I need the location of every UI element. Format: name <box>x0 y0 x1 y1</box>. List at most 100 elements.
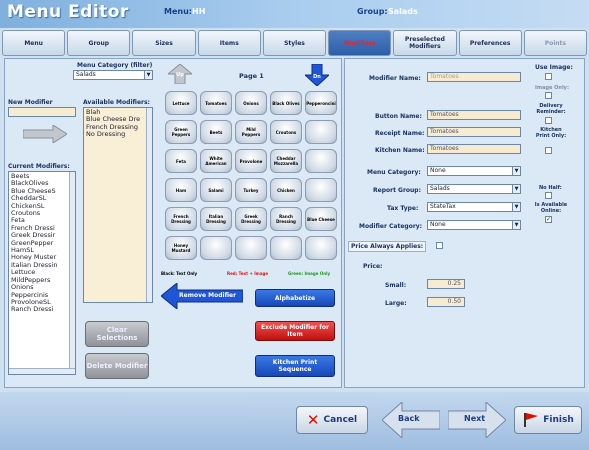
receipt-name-input[interactable]: Tomatoes <box>427 127 521 137</box>
modifier-key[interactable]: Chicken <box>270 178 302 202</box>
modifier-name-input[interactable]: Tomatoes <box>427 72 521 82</box>
menu-category-filter-label: Menu Category (filter) <box>77 62 153 69</box>
modifier-key[interactable] <box>200 236 232 260</box>
available-modifiers-list[interactable]: Blah Blue Cheese Dre French Dressing No … <box>83 107 153 303</box>
page-up-label: Up <box>176 72 184 78</box>
tab-styles[interactable]: Styles <box>262 30 327 56</box>
new-modifier-input[interactable] <box>8 107 76 117</box>
wizard-footer: ✕ Cancel Back Next Finish <box>0 392 589 450</box>
tax-type-select[interactable]: StateTax ▼ <box>427 202 521 212</box>
modifier-details-panel: Modifier Name: Tomatoes Button Name: Tom… <box>344 58 585 388</box>
use-image-checkbox[interactable] <box>545 73 552 80</box>
modifier-key[interactable]: Turkey <box>235 178 267 202</box>
price-always-applies-checkbox[interactable] <box>436 242 443 249</box>
current-vertical-scrollbar[interactable] <box>69 172 75 374</box>
modifier-key[interactable]: French Dressing <box>165 207 197 231</box>
menu-label: Menu: <box>164 7 192 16</box>
kitchen-name-label: Kitchen Name: <box>375 147 425 154</box>
list-item[interactable]: No Dressing <box>86 130 150 138</box>
back-button[interactable]: Back <box>381 400 441 440</box>
legend-green: Green: Image Only <box>288 271 331 276</box>
page-down-button[interactable]: Dn <box>303 63 331 87</box>
tab-sizes[interactable]: Sizes <box>132 30 196 56</box>
current-modifiers-list[interactable]: Beets BlackOlives Blue CheeseS CheddarSL… <box>8 171 76 375</box>
remove-modifier-button[interactable]: Remove Modifier <box>160 281 244 311</box>
image-only-checkbox[interactable] <box>545 92 552 99</box>
modifier-key[interactable]: Italian Dressing <box>200 207 232 231</box>
arrow-right-icon <box>22 124 68 144</box>
no-half-checkbox[interactable] <box>545 192 552 199</box>
modifier-key[interactable] <box>270 236 302 260</box>
modifier-key[interactable]: Green Peppers <box>165 120 197 144</box>
modifier-key[interactable]: Blue Cheese <box>305 207 337 231</box>
modifier-key[interactable]: Tomatoes <box>200 91 232 115</box>
modifier-key[interactable]: Beets <box>200 120 232 144</box>
menu-category-label: Menu Category: <box>367 169 421 176</box>
delivery-reminder-checkbox[interactable] <box>545 117 552 124</box>
cancel-button[interactable]: ✕ Cancel <box>296 406 368 434</box>
current-horizontal-scrollbar[interactable] <box>9 368 75 374</box>
modifier-key[interactable]: Ham <box>165 178 197 202</box>
modifier-name-label: Modifier Name: <box>369 75 421 82</box>
tab-preferences[interactable]: Preferences <box>458 30 522 56</box>
modifier-category-select[interactable]: None ▼ <box>427 220 521 230</box>
available-modifiers-label: Available Modifiers: <box>83 99 150 106</box>
price-label: Price: <box>363 263 383 270</box>
tab-points[interactable]: Points <box>523 30 587 56</box>
list-item[interactable]: Ranch Dressi <box>11 305 73 313</box>
modifier-key[interactable]: Lettuce <box>165 91 197 115</box>
tab-items[interactable]: Items <box>197 30 261 56</box>
modifier-key[interactable]: White American <box>200 149 232 173</box>
modifier-key[interactable] <box>305 178 337 202</box>
modifier-button-grid: Lettuce Tomatoes Onions Black Olives Peppero… <box>165 91 345 267</box>
tab-menu[interactable]: Menu <box>2 30 66 56</box>
delete-modifier-button[interactable]: Delete Modifier <box>85 353 149 379</box>
available-online-label: Is Available Online: <box>534 202 568 214</box>
modifier-key[interactable] <box>235 236 267 260</box>
modifier-key[interactable]: Honey Mustard <box>165 236 197 260</box>
finish-flag-icon <box>524 413 539 427</box>
modifier-key[interactable]: Salami <box>200 178 232 202</box>
modifier-key[interactable]: Pepperoncini <box>305 91 337 115</box>
add-arrow-button[interactable] <box>22 124 68 144</box>
alphabetize-button[interactable]: Alphabetize <box>255 289 335 307</box>
tab-group[interactable]: Group <box>67 30 131 56</box>
modifier-key[interactable]: Onions <box>235 91 267 115</box>
clear-selections-button[interactable]: Clear Selections <box>85 321 149 347</box>
next-button[interactable]: Next <box>447 400 507 440</box>
menu-category-filter-select[interactable]: Salads ▼ <box>73 70 153 80</box>
kitchen-print-only-checkbox[interactable] <box>545 147 552 154</box>
report-group-select[interactable]: Salads ▼ <box>427 184 521 194</box>
tab-preselected-modifiers[interactable]: Preselected Modifiers <box>393 30 457 56</box>
large-price-input[interactable]: 0.50 <box>427 297 465 307</box>
available-online-checkbox[interactable]: ✓ <box>545 216 552 223</box>
exclude-modifier-button[interactable]: Exclude Modifier for Item <box>255 321 335 341</box>
modifier-key[interactable]: Cheddar Mozzarella <box>270 149 302 173</box>
small-price-input[interactable]: 0.25 <box>427 279 465 289</box>
chevron-down-icon: ▼ <box>512 185 520 193</box>
modifier-key[interactable]: Feta <box>165 149 197 173</box>
title-bar: Menu Editor Menu: HH Group: Salads <box>0 0 589 28</box>
modifier-key[interactable]: Mild Peppers <box>235 120 267 144</box>
modifier-key[interactable]: Ranch Dressing <box>270 207 302 231</box>
page-up-button[interactable]: Up <box>166 63 194 85</box>
menu-category-select[interactable]: None ▼ <box>427 166 521 176</box>
available-vertical-scrollbar[interactable] <box>146 108 152 302</box>
modifier-list-panel: Menu Category (filter) Salads ▼ New Modif… <box>4 58 342 388</box>
chevron-down-icon: ▼ <box>512 203 520 211</box>
finish-button[interactable]: Finish <box>514 406 582 434</box>
modifier-key[interactable]: Black Olives <box>270 91 302 115</box>
modifier-key[interactable] <box>305 149 337 173</box>
kitchen-print-sequence-button[interactable]: Kitchen Print Sequence <box>255 355 335 377</box>
modifier-key[interactable] <box>305 236 337 260</box>
page-indicator: Page 1 <box>239 72 264 80</box>
large-price-label: Large: <box>385 300 407 307</box>
kitchen-name-input[interactable]: Tomatoes <box>427 144 521 154</box>
legend-red: Red: Text + Image <box>227 271 269 276</box>
modifier-key[interactable] <box>305 120 337 144</box>
modifier-key[interactable]: Croutons <box>270 120 302 144</box>
modifier-key[interactable]: Provolone <box>235 149 267 173</box>
tab-modifiers[interactable]: Modifiers <box>328 30 392 56</box>
modifier-key[interactable]: Greek Dressing <box>235 207 267 231</box>
button-name-input[interactable]: Tomatoes <box>427 110 521 120</box>
